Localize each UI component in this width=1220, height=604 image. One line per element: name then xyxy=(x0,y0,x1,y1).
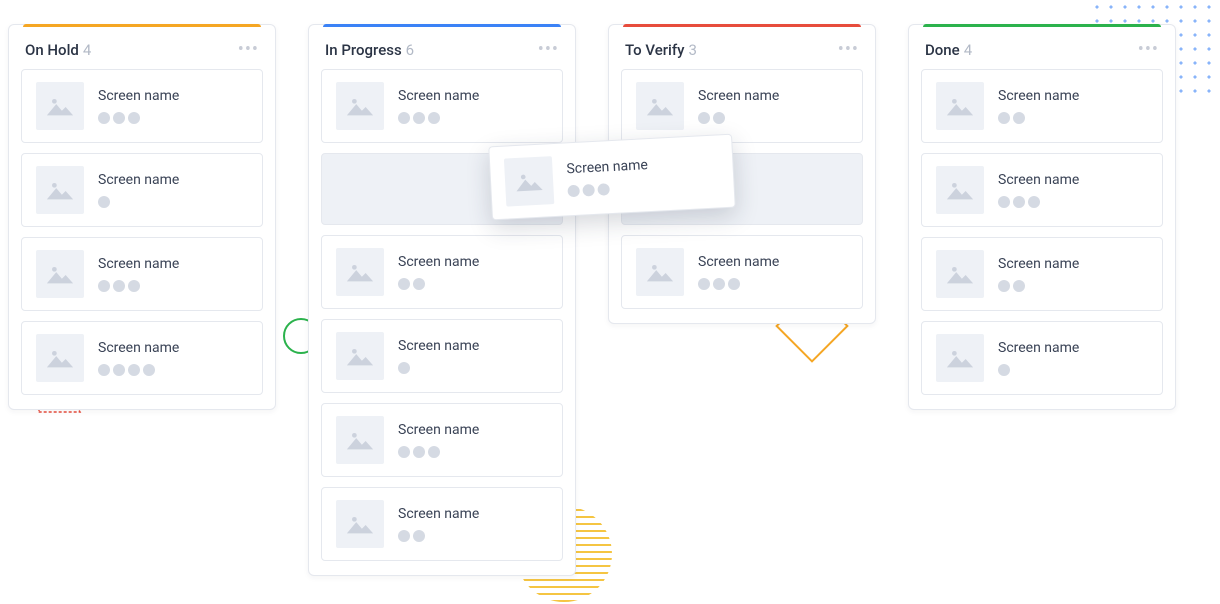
column-menu-icon[interactable]: ••• xyxy=(838,41,859,59)
card-avatars xyxy=(998,280,1079,292)
column-title: On Hold4 xyxy=(25,41,91,59)
card-avatars xyxy=(398,278,479,290)
card-title: Screen name xyxy=(398,254,479,270)
image-placeholder-icon xyxy=(636,82,684,130)
card-title: Screen name xyxy=(98,88,179,104)
card-title: Screen name xyxy=(998,340,1079,356)
kanban-card[interactable]: Screen name xyxy=(621,69,863,143)
card-avatars xyxy=(98,112,179,124)
column-title: Done4 xyxy=(925,41,972,59)
dragging-card[interactable]: Screen name xyxy=(488,134,736,221)
kanban-card[interactable]: Screen name xyxy=(921,321,1163,395)
image-placeholder-icon xyxy=(336,82,384,130)
card-avatars xyxy=(998,364,1079,376)
card-avatars xyxy=(398,362,479,374)
image-placeholder-icon xyxy=(936,166,984,214)
column-title: To Verify3 xyxy=(625,41,697,59)
kanban-card[interactable]: Screen name xyxy=(321,487,563,561)
card-avatars xyxy=(567,181,649,197)
card-title: Screen name xyxy=(98,256,179,272)
kanban-card[interactable]: Screen name xyxy=(621,235,863,309)
image-placeholder-icon xyxy=(36,334,84,382)
card-list: Screen name Screen name Screen name Screen … xyxy=(9,69,275,409)
kanban-card[interactable]: Screen name xyxy=(921,69,1163,143)
column-menu-icon[interactable]: ••• xyxy=(1138,41,1159,59)
kanban-card[interactable]: Screen name xyxy=(321,319,563,393)
card-avatars xyxy=(398,446,479,458)
card-avatars xyxy=(398,530,479,542)
card-title: Screen name xyxy=(998,256,1079,272)
card-avatars xyxy=(698,112,779,124)
kanban-card[interactable]: Screen name xyxy=(21,69,263,143)
card-title: Screen name xyxy=(398,422,479,438)
kanban-card[interactable]: Screen name xyxy=(21,153,263,227)
column-title: In Progress6 xyxy=(325,41,414,59)
card-avatars xyxy=(998,196,1079,208)
column-count: 3 xyxy=(689,41,697,59)
card-title: Screen name xyxy=(398,506,479,522)
card-title: Screen name xyxy=(398,88,479,104)
image-placeholder-icon xyxy=(36,250,84,298)
card-avatars xyxy=(98,280,179,292)
card-title: Screen name xyxy=(698,88,779,104)
column-menu-icon[interactable]: ••• xyxy=(238,41,259,59)
image-placeholder-icon xyxy=(636,248,684,296)
kanban-card[interactable]: Screen name xyxy=(321,403,563,477)
image-placeholder-icon xyxy=(336,332,384,380)
image-placeholder-icon xyxy=(504,156,554,206)
kanban-column: In Progress6 ••• Screen name Screen name Scr… xyxy=(308,24,576,576)
column-count: 4 xyxy=(964,41,972,59)
column-count: 4 xyxy=(83,41,91,59)
kanban-column: Done4•••Screen nameScreen nameScreen nam… xyxy=(908,24,1176,410)
kanban-card[interactable]: Screen name xyxy=(21,321,263,395)
image-placeholder-icon xyxy=(336,248,384,296)
kanban-card[interactable]: Screen name xyxy=(321,235,563,309)
column-header: Done4 ••• xyxy=(909,27,1175,69)
card-title: Screen name xyxy=(398,338,479,354)
column-count: 6 xyxy=(406,41,414,59)
image-placeholder-icon xyxy=(336,500,384,548)
column-header: To Verify3 ••• xyxy=(609,27,875,69)
kanban-card[interactable]: Screen name xyxy=(21,237,263,311)
image-placeholder-icon xyxy=(936,250,984,298)
card-avatars xyxy=(998,112,1079,124)
column-menu-icon[interactable]: ••• xyxy=(538,41,559,59)
kanban-card[interactable]: Screen name xyxy=(921,237,1163,311)
card-avatars xyxy=(98,196,179,208)
card-list: Screen name Screen name Screen name Screen … xyxy=(909,69,1175,409)
image-placeholder-icon xyxy=(36,166,84,214)
image-placeholder-icon xyxy=(36,82,84,130)
image-placeholder-icon xyxy=(336,416,384,464)
kanban-card[interactable]: Screen name xyxy=(321,69,563,143)
card-title: Screen name xyxy=(998,88,1079,104)
image-placeholder-icon xyxy=(936,334,984,382)
card-title: Screen name xyxy=(566,157,648,177)
card-title: Screen name xyxy=(98,172,179,188)
kanban-board: On Hold4•••Screen nameScreen nameScreen … xyxy=(0,0,1220,576)
card-avatars xyxy=(398,112,479,124)
card-avatars xyxy=(698,278,779,290)
card-title: Screen name xyxy=(998,172,1079,188)
column-header: On Hold4 ••• xyxy=(9,27,275,69)
kanban-column: On Hold4•••Screen nameScreen nameScreen … xyxy=(8,24,276,410)
column-header: In Progress6 ••• xyxy=(309,27,575,69)
image-placeholder-icon xyxy=(936,82,984,130)
card-title: Screen name xyxy=(98,340,179,356)
kanban-card[interactable]: Screen name xyxy=(921,153,1163,227)
card-title: Screen name xyxy=(698,254,779,270)
card-avatars xyxy=(98,364,179,376)
